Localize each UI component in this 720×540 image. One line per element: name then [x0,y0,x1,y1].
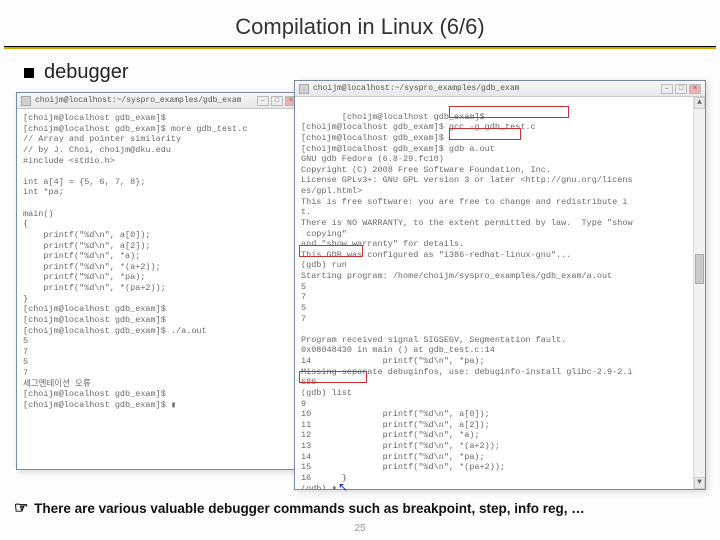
titlebar-right[interactable]: choijm@localhost:~/syspro_examples/gdb_e… [295,81,705,97]
pointer-icon: ☞ [14,500,28,517]
title-underline [4,46,716,49]
close-button[interactable]: × [689,84,701,94]
maximize-button[interactable]: □ [675,84,687,94]
window-controls-left: – □ × [257,96,297,106]
cursor-icon: ↖ [338,480,348,494]
footer-note: ☞ There are various valuable debugger co… [14,498,714,518]
window-controls-right: – □ × [661,84,701,94]
terminal-body-left[interactable]: [choijm@localhost gdb_exam]$ [choijm@loc… [17,109,301,415]
terminal-window-right: choijm@localhost:~/syspro_examples/gdb_e… [294,80,706,490]
bullet-text: debugger [44,61,129,84]
window-title-right: choijm@localhost:~/syspro_examples/gdb_e… [313,84,657,94]
minimize-button[interactable]: – [661,84,673,94]
terminal-body-right[interactable]: [choijm@localhost gdb_exam]$ [choijm@loc… [295,97,705,489]
window-title-left: choijm@localhost:~/syspro_examples/gdb_e… [35,96,253,106]
app-icon [299,84,309,94]
terminal-window-left: choijm@localhost:~/syspro_examples/gdb_e… [16,92,302,470]
terminal-area: choijm@localhost:~/syspro_examples/gdb_e… [0,92,720,472]
scroll-thumb[interactable] [695,254,704,284]
scrollbar[interactable]: ▲ ▼ [693,97,705,489]
bullet-square-icon [24,68,34,78]
scroll-down-icon[interactable]: ▼ [694,477,705,489]
app-icon [21,96,31,106]
terminal-text-right: [choijm@localhost gdb_exam]$ [choijm@loc… [301,112,633,489]
minimize-button[interactable]: – [257,96,269,106]
slide-title: Compilation in Linux (6/6) [0,14,720,40]
titlebar-left[interactable]: choijm@localhost:~/syspro_examples/gdb_e… [17,93,301,109]
page-number: 25 [354,523,365,534]
maximize-button[interactable]: □ [271,96,283,106]
slide: Compilation in Linux (6/6) debugger choi… [0,0,720,540]
scroll-up-icon[interactable]: ▲ [694,97,705,109]
footer-text: There are various valuable debugger comm… [34,501,585,516]
